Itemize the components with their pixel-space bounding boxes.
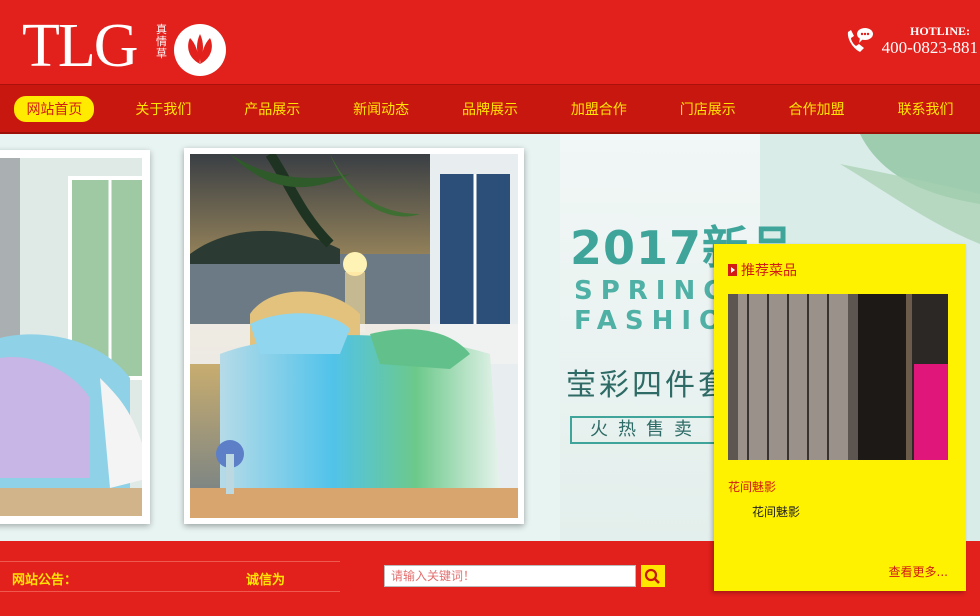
arrow-right-icon — [728, 264, 737, 276]
nav-item-partnership[interactable]: 合作加盟 — [762, 99, 871, 119]
product-photo-main[interactable] — [184, 148, 524, 524]
search-button[interactable] — [641, 565, 665, 587]
hotline-label: HOTLINE: — [909, 24, 970, 38]
nav-item-brands[interactable]: 品牌展示 — [436, 99, 545, 119]
nav-item-home[interactable]: 网站首页 — [0, 95, 109, 122]
nav-item-stores[interactable]: 门店展示 — [653, 99, 762, 119]
nav-item-franchise[interactable]: 加盟合作 — [544, 99, 653, 119]
notice-marquee[interactable]: 诚信为 — [246, 569, 285, 588]
logo-vertical-text: 真情草 — [156, 23, 167, 60]
view-more-link[interactable]: 查看更多... — [889, 563, 948, 580]
promo-spring-text: SPRING — [574, 276, 733, 306]
nav-item-about[interactable]: 关于我们 — [109, 99, 218, 119]
divider — [0, 561, 340, 562]
promo-product-title: 莹彩四件套 — [566, 368, 731, 403]
nav-item-products[interactable]: 产品展示 — [218, 99, 327, 119]
notice-label: 网站公告： — [12, 573, 78, 588]
logo-text[interactable]: TLG — [22, 14, 139, 78]
logo-leaf-icon[interactable] — [174, 24, 226, 76]
site-header: TLG 真情草 HOTLINE: 400-0823-881 — [0, 0, 980, 84]
search-input[interactable] — [384, 565, 636, 587]
nav-item-news[interactable]: 新闻动态 — [327, 99, 436, 119]
recommend-panel: 推荐菜品 花间魅影 花间魅影 查看更多... — [714, 244, 966, 591]
search-icon — [644, 568, 660, 584]
main-nav: 网站首页 关于我们 产品展示 新闻动态 品牌展示 加盟合作 门店展示 合作加盟 … — [0, 84, 980, 134]
product-photo-left[interactable] — [0, 150, 150, 524]
hotline-number: 400-0823-881 — [881, 38, 978, 57]
recommend-item-desc: 花间魅影 — [752, 505, 801, 519]
phone-icon — [842, 24, 874, 56]
nav-item-contact[interactable]: 联系我们 — [871, 99, 980, 119]
recommend-title: 推荐菜品 — [728, 260, 797, 280]
recommend-item-name[interactable]: 花间魅影 — [728, 478, 776, 495]
recommend-item-image[interactable] — [728, 294, 948, 460]
divider — [0, 591, 340, 592]
